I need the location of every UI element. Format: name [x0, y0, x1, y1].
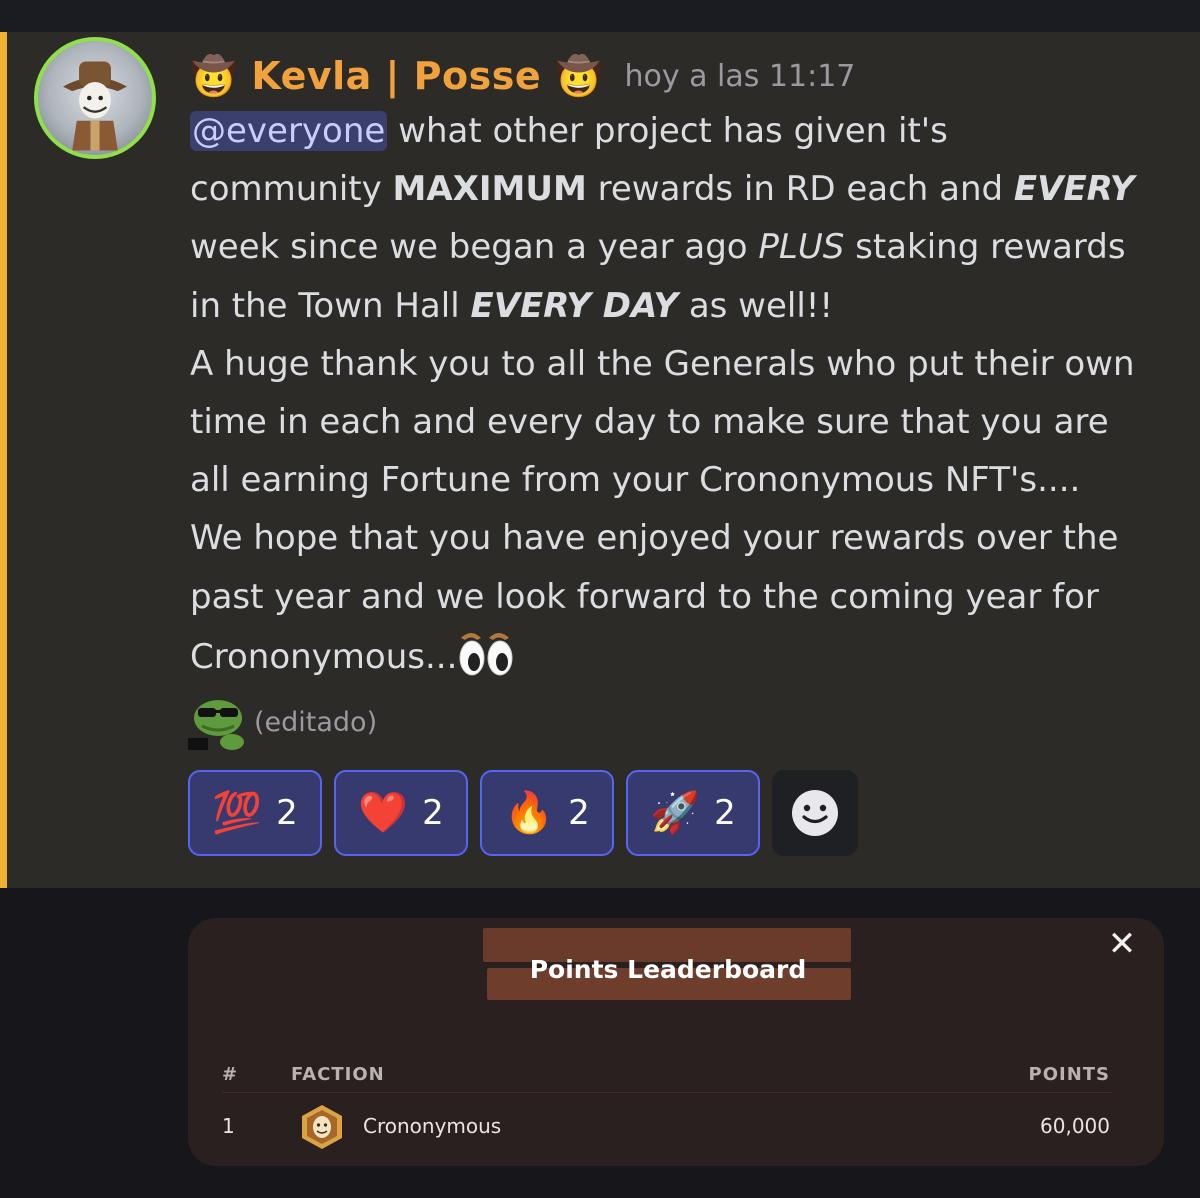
message-text: PLUS [758, 227, 845, 268]
row-rank: 1 [222, 1114, 235, 1138]
message-text: A huge thank you to all the Generals who… [190, 343, 1135, 384]
reaction-fire[interactable]: 🔥 2 [480, 770, 614, 856]
message-line: week since we began a year ago PLUS stak… [190, 218, 1180, 276]
message-line: We hope that you have enjoyed your rewar… [190, 509, 1180, 567]
reaction-count: 2 [568, 793, 590, 833]
reaction-count: 2 [714, 793, 736, 833]
column-header-rank: # [222, 1064, 239, 1085]
reaction-count: 2 [276, 793, 298, 833]
reaction-count: 2 [422, 793, 444, 833]
message-text: what other project has given it's [387, 111, 948, 151]
reactions-bar: 💯 2 ❤️ 2 🔥 2 🚀 2 [188, 770, 858, 856]
message-content: @everyone what other project has given i… [190, 102, 1180, 684]
cowboy-eyes-emoji-icon [459, 632, 513, 676]
reaction-rocket[interactable]: 🚀 2 [626, 770, 760, 856]
everyone-mention[interactable]: @everyone [190, 111, 388, 151]
message-text: week since we began a year ago [190, 227, 759, 268]
points-leaderboard-panel: ✕ Points Leaderboard # FACTION POINTS 1 … [188, 918, 1164, 1166]
cowboy-emoji-icon: 🤠 [190, 54, 238, 98]
message-line: in the Town Hall EVERY DAY as well!! [190, 277, 1180, 335]
row-points: 60,000 [1040, 1114, 1110, 1138]
message-text: rewards in RD each and [586, 169, 1014, 210]
message-line: past year and we look forward to the com… [190, 568, 1180, 626]
edited-label: (editado) [254, 706, 378, 738]
message-text: We hope that you have enjoyed your rewar… [190, 518, 1119, 559]
message-text: EVERY [1013, 169, 1135, 210]
username[interactable]: Kevla | Posse [251, 54, 541, 98]
close-icon[interactable]: ✕ [1102, 922, 1142, 966]
top-strip [0, 0, 1200, 32]
cowboy-emoji-icon: 🤠 [555, 54, 603, 98]
heart-emoji-icon: ❤️ [358, 790, 409, 836]
avatar[interactable] [34, 37, 156, 159]
message-text: as well!! [678, 285, 834, 326]
chat-message[interactable]: 🤠 Kevla | Posse 🤠 hoy a las 11:17 @every… [0, 32, 1200, 888]
message-text: Crononymous... [190, 636, 458, 677]
message-timestamp[interactable]: hoy a las 11:17 [624, 59, 855, 94]
message-text: in the Town Hall [190, 285, 471, 326]
message-line: community MAXIMUM rewards in RD each and… [190, 160, 1180, 218]
message-text: all earning Fortune from your Crononymou… [190, 460, 1081, 501]
add-reaction-button[interactable] [772, 770, 858, 856]
leaderboard-title: Points Leaderboard [529, 955, 807, 984]
message-line: time in each and every day to make sure … [190, 393, 1180, 451]
crononymous-mask-badge-icon [302, 1105, 342, 1149]
message-text: MAXIMUM [392, 169, 587, 210]
reaction-hundred-points[interactable]: 💯 2 [188, 770, 322, 856]
message-line: Crononymous... [190, 626, 1180, 684]
row-faction: Crononymous [363, 1114, 502, 1138]
message-text: community [190, 169, 393, 210]
column-header-faction: FACTION [291, 1064, 385, 1085]
message-line: A huge thank you to all the Generals who… [190, 335, 1180, 393]
message-line: all earning Fortune from your Crononymou… [190, 451, 1180, 509]
reaction-red-heart[interactable]: ❤️ 2 [334, 770, 468, 856]
message-text: past year and we look forward to the com… [190, 576, 1099, 617]
rocket-emoji-icon: 🚀 [650, 790, 701, 836]
mention-highlight-bar [0, 32, 7, 888]
pepe-sunglasses-emoji-icon [188, 700, 244, 750]
message-text: time in each and every day to make sure … [190, 401, 1109, 442]
message-text: EVERY DAY [470, 285, 679, 326]
leaderboard-title-banner: Points Leaderboard [483, 928, 853, 1002]
column-header-points: POINTS [1028, 1064, 1110, 1085]
fire-emoji-icon: 🔥 [504, 790, 555, 836]
message-header: 🤠 Kevla | Posse 🤠 hoy a las 11:17 [190, 48, 855, 104]
edited-row: (editado) [188, 692, 377, 752]
message-text: staking rewards [844, 227, 1126, 268]
table-divider [222, 1092, 1112, 1093]
smiley-add-reaction-icon [792, 790, 838, 836]
message-line: @everyone what other project has given i… [190, 102, 1180, 160]
hundred-points-emoji-icon: 💯 [212, 790, 263, 836]
